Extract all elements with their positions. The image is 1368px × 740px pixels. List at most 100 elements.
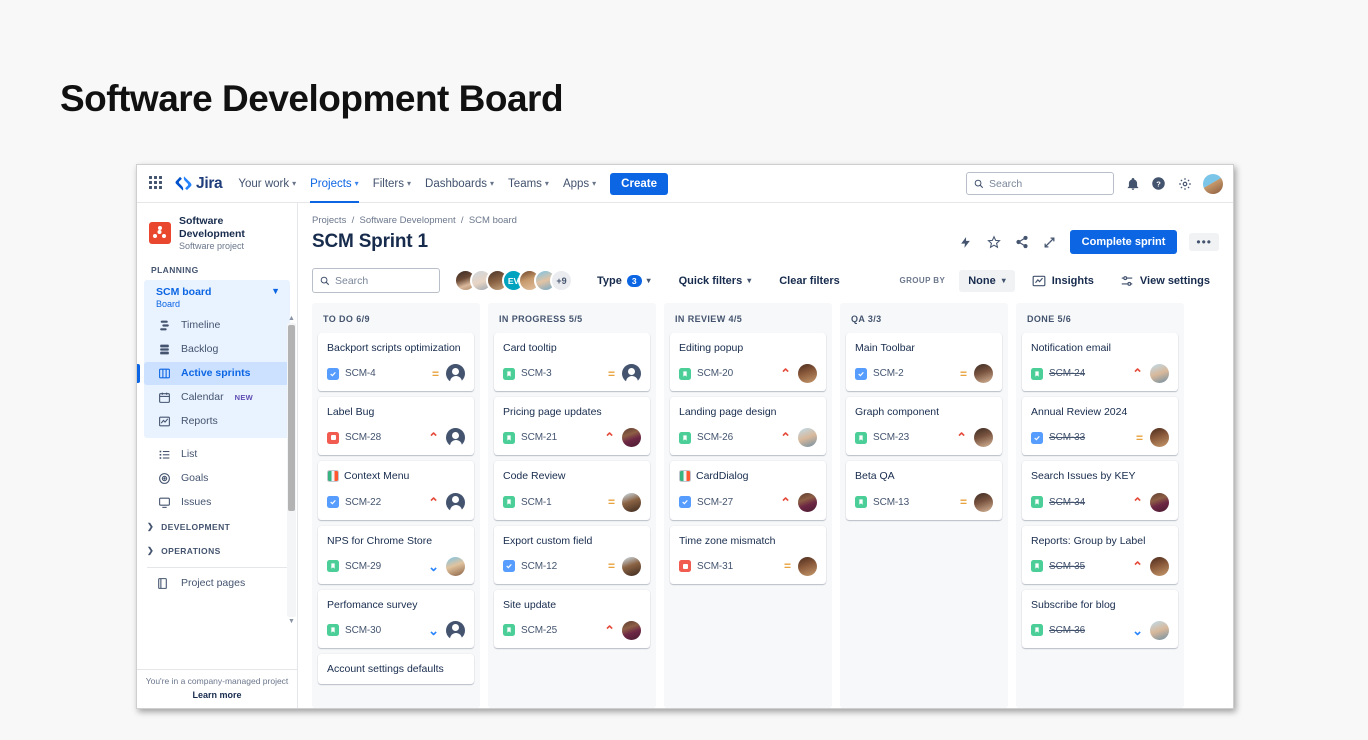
sidebar-section-development[interactable]: ❯ DEVELOPMENT bbox=[137, 515, 297, 539]
avatar[interactable] bbox=[1150, 364, 1169, 383]
share-icon[interactable] bbox=[1014, 234, 1030, 250]
issue-card[interactable]: CardDialogSCM-27⌃ bbox=[670, 461, 826, 519]
issue-key[interactable]: SCM-12 bbox=[521, 561, 557, 572]
avatar-placeholder[interactable] bbox=[446, 428, 465, 447]
avatar-placeholder[interactable] bbox=[446, 493, 465, 512]
sidebar-item-timeline[interactable]: Timeline bbox=[144, 314, 290, 337]
issue-key[interactable]: SCM-30 bbox=[345, 625, 381, 636]
breadcrumb-software-development[interactable]: Software Development bbox=[360, 215, 456, 226]
issue-key[interactable]: SCM-4 bbox=[345, 368, 376, 379]
breadcrumb-scm-board[interactable]: SCM board bbox=[469, 215, 517, 226]
breadcrumb-projects[interactable]: Projects bbox=[312, 215, 346, 226]
issue-card[interactable]: Perfomance surveySCM-30⌄ bbox=[318, 590, 474, 648]
issue-key[interactable]: SCM-13 bbox=[873, 497, 909, 508]
sidebar-board-selector[interactable]: SCM board Board ▼ bbox=[144, 280, 290, 313]
issue-key[interactable]: SCM-27 bbox=[697, 497, 733, 508]
nav-dashboards[interactable]: Dashboards ▾ bbox=[425, 165, 494, 203]
issue-card[interactable]: Reports: Group by LabelSCM-35⌃ bbox=[1022, 526, 1178, 584]
avatar[interactable] bbox=[798, 557, 817, 576]
issue-card[interactable]: Pricing page updatesSCM-21⌃ bbox=[494, 397, 650, 455]
avatar[interactable] bbox=[1150, 493, 1169, 512]
avatar[interactable] bbox=[622, 428, 641, 447]
issue-key[interactable]: SCM-33 bbox=[1049, 432, 1085, 443]
jira-logo[interactable]: Jira bbox=[175, 175, 222, 193]
lightning-icon[interactable] bbox=[958, 234, 974, 250]
sidebar-scrollbar-thumb[interactable] bbox=[288, 325, 295, 511]
issue-card[interactable]: Account settings defaults bbox=[318, 654, 474, 684]
sidebar-project-header[interactable]: Software Development Software project bbox=[137, 203, 297, 261]
sidebar-item-calendar[interactable]: Calendar NEW bbox=[144, 386, 290, 409]
quick-filters-button[interactable]: Quick filters ▾ bbox=[671, 270, 760, 292]
sidebar-item-goals[interactable]: Goals bbox=[144, 467, 290, 490]
issue-key[interactable]: SCM-31 bbox=[697, 561, 733, 572]
avatar-placeholder[interactable] bbox=[446, 364, 465, 383]
issue-key[interactable]: SCM-28 bbox=[345, 432, 381, 443]
issue-key[interactable]: SCM-26 bbox=[697, 432, 733, 443]
issue-card[interactable]: Graph componentSCM-23⌃ bbox=[846, 397, 1002, 455]
sidebar-learn-more-link[interactable]: Learn more bbox=[143, 690, 291, 700]
issue-card[interactable]: Notification emailSCM-24⌃ bbox=[1022, 333, 1178, 391]
avatar[interactable] bbox=[1150, 621, 1169, 640]
issue-card[interactable]: Annual Review 2024SCM-33= bbox=[1022, 397, 1178, 455]
scroll-up-arrow-icon[interactable]: ▲ bbox=[288, 315, 295, 322]
issue-key[interactable]: SCM-35 bbox=[1049, 561, 1085, 572]
issue-card[interactable]: Card tooltipSCM-3= bbox=[494, 333, 650, 391]
avatar[interactable] bbox=[1150, 428, 1169, 447]
avatar[interactable] bbox=[622, 621, 641, 640]
issue-card[interactable]: Landing page designSCM-26⌃ bbox=[670, 397, 826, 455]
avatar[interactable] bbox=[974, 364, 993, 383]
group-by-select[interactable]: None ▾ bbox=[959, 270, 1015, 292]
settings-icon[interactable] bbox=[1177, 176, 1192, 191]
nav-teams[interactable]: Teams ▾ bbox=[508, 165, 549, 203]
complete-sprint-button[interactable]: Complete sprint bbox=[1070, 230, 1178, 254]
issue-card[interactable]: Export custom fieldSCM-12= bbox=[494, 526, 650, 584]
avatar[interactable] bbox=[798, 493, 817, 512]
issue-key[interactable]: SCM-36 bbox=[1049, 625, 1085, 636]
avatar-placeholder[interactable] bbox=[446, 621, 465, 640]
issue-key[interactable]: SCM-2 bbox=[873, 368, 904, 379]
issue-card[interactable]: Backport scripts optimizationSCM-4= bbox=[318, 333, 474, 391]
more-actions-button[interactable]: ••• bbox=[1189, 233, 1219, 251]
issue-key[interactable]: SCM-20 bbox=[697, 368, 733, 379]
issue-card[interactable]: Code ReviewSCM-1= bbox=[494, 461, 650, 519]
issue-key[interactable]: SCM-22 bbox=[345, 497, 381, 508]
issue-card[interactable]: Search Issues by KEYSCM-34⌃ bbox=[1022, 461, 1178, 519]
issue-key[interactable]: SCM-3 bbox=[521, 368, 552, 379]
sidebar-item-issues[interactable]: Issues bbox=[144, 491, 290, 514]
avatar[interactable] bbox=[446, 557, 465, 576]
app-switcher-icon[interactable] bbox=[149, 176, 165, 192]
profile-avatar[interactable] bbox=[1203, 174, 1223, 194]
avatar-overflow-count[interactable]: +9 bbox=[550, 269, 573, 292]
sidebar-scrollbar[interactable]: ▲ ▼ bbox=[287, 315, 296, 625]
avatar[interactable] bbox=[622, 493, 641, 512]
issue-card[interactable]: Subscribe for blogSCM-36⌄ bbox=[1022, 590, 1178, 648]
issue-card[interactable]: Context MenuSCM-22⌃ bbox=[318, 461, 474, 519]
notifications-icon[interactable] bbox=[1125, 176, 1140, 191]
nav-your-work[interactable]: Your work ▾ bbox=[238, 165, 296, 203]
expand-icon[interactable] bbox=[1042, 234, 1058, 250]
nav-projects[interactable]: Projects ▾ bbox=[310, 165, 359, 203]
avatar[interactable] bbox=[974, 428, 993, 447]
sidebar-item-list[interactable]: List bbox=[144, 443, 290, 466]
board-search-input[interactable]: Search bbox=[312, 268, 440, 293]
nav-filters[interactable]: Filters ▾ bbox=[373, 165, 411, 203]
sidebar-item-project-pages[interactable]: Project pages bbox=[137, 572, 297, 595]
sidebar-item-backlog[interactable]: Backlog bbox=[144, 338, 290, 361]
help-icon[interactable]: ? bbox=[1151, 176, 1166, 191]
avatar[interactable] bbox=[974, 493, 993, 512]
star-icon[interactable] bbox=[986, 234, 1002, 250]
clear-filters-button[interactable]: Clear filters bbox=[771, 270, 848, 292]
insights-button[interactable]: Insights bbox=[1023, 269, 1103, 293]
global-search-input[interactable]: Search bbox=[966, 172, 1114, 195]
issue-key[interactable]: SCM-29 bbox=[345, 561, 381, 572]
nav-apps[interactable]: Apps ▾ bbox=[563, 165, 596, 203]
issue-card[interactable]: Site updateSCM-25⌃ bbox=[494, 590, 650, 648]
sidebar-section-operations[interactable]: ❯ OPERATIONS bbox=[137, 539, 297, 563]
issue-card[interactable]: Label BugSCM-28⌃ bbox=[318, 397, 474, 455]
issue-key[interactable]: SCM-24 bbox=[1049, 368, 1085, 379]
issue-key[interactable]: SCM-1 bbox=[521, 497, 552, 508]
avatar[interactable] bbox=[798, 428, 817, 447]
issue-card[interactable]: Main ToolbarSCM-2= bbox=[846, 333, 1002, 391]
sidebar-item-reports[interactable]: Reports bbox=[144, 410, 290, 433]
avatar[interactable] bbox=[798, 364, 817, 383]
